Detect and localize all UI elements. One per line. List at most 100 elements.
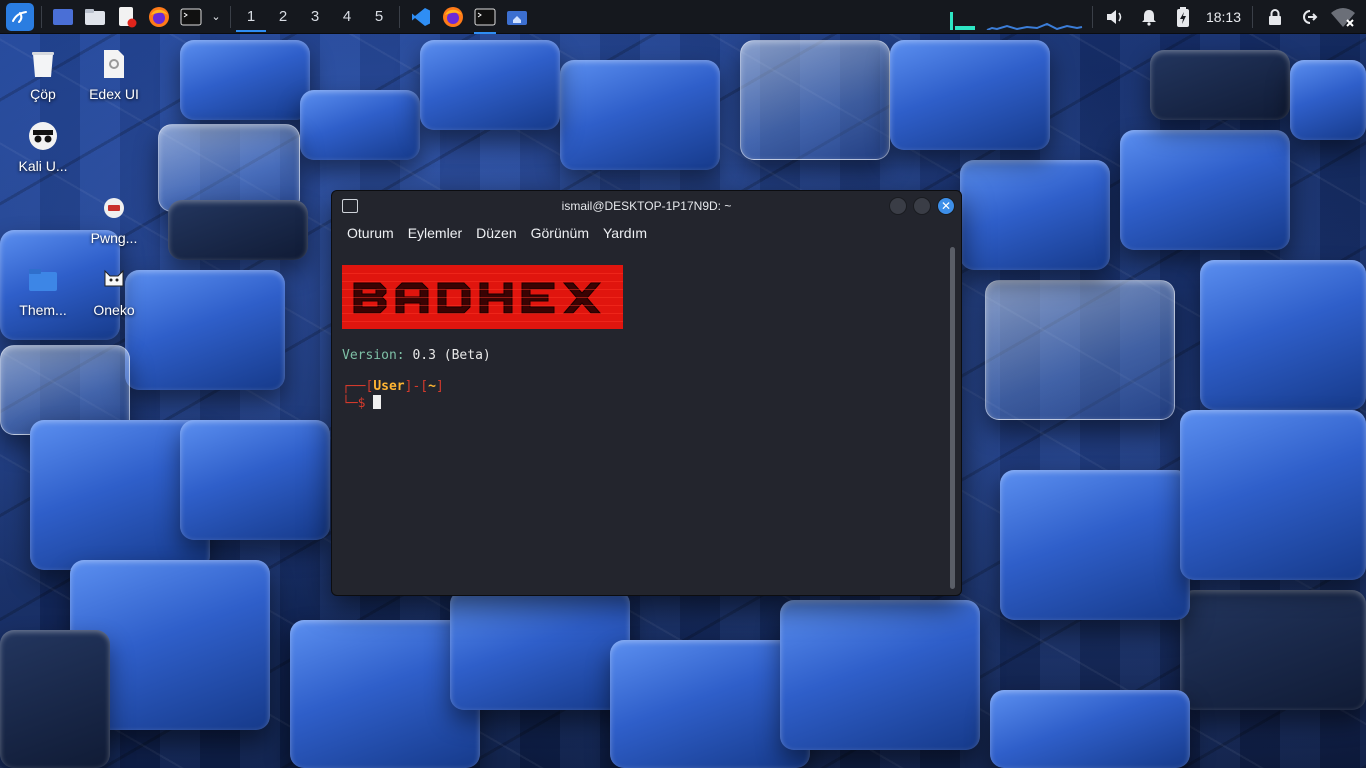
menu-yardim[interactable]: Yardım [596,225,654,241]
text-cursor [373,395,382,409]
speaker-icon [1106,10,1122,24]
wallpaper-cube [1180,410,1366,580]
terminal-icon [474,8,496,25]
file-manager-button[interactable] [81,2,109,32]
cat-icon [98,264,130,296]
terminal-icon [180,8,202,25]
wallpaper-cube [420,40,560,130]
desktop-icon-kali-undercover[interactable]: Kali U... [5,120,81,174]
window-titlebar[interactable]: ismail@DESKTOP-1P17N9D: ~ ✕ [332,191,961,221]
window-title: ismail@DESKTOP-1P17N9D: ~ [561,199,732,213]
desktop-icon-pwnagotchi[interactable]: Pwng... [76,192,152,246]
wallpaper-cube [1290,60,1366,140]
wallpaper-cube [890,40,1050,150]
separator [399,5,400,28]
cpu-network-graph[interactable] [947,4,1087,30]
workspace-1[interactable]: 1 [236,2,266,32]
firefox-window-button[interactable] [439,2,467,32]
terminal-scrollbar[interactable] [950,247,955,589]
separator [41,5,42,28]
workspace-3[interactable]: 3 [300,8,330,25]
desktop-icon-label: Pwng... [90,230,138,246]
bell-icon [1141,10,1156,26]
prompt-prefix: ┌──[ [342,379,374,394]
folder-icon [27,264,59,296]
wallpaper-cube [990,690,1190,768]
menu-oturum[interactable]: Oturum [340,225,401,241]
terminal-window-button[interactable] [471,2,499,34]
file-gear-icon [98,48,130,80]
text-editor-button[interactable] [113,2,141,32]
menu-gorunum[interactable]: Görünüm [524,225,596,241]
prompt-dollar: └─$ [342,396,374,411]
logout-button[interactable] [1294,2,1324,32]
app-menu-button[interactable] [6,2,34,32]
wallpaper-cube [450,590,630,710]
firefox-icon [443,6,463,27]
pwnagotchi-icon [98,192,130,224]
menu-bar: Oturum Eylemler Düzen Görünüm Yardım [332,221,961,245]
wallpaper-cube [300,90,420,160]
separator [1252,6,1253,28]
prompt-line-2: └─$ [342,395,937,412]
wallpaper-cube [180,420,330,540]
terminal-window[interactable]: ismail@DESKTOP-1P17N9D: ~ ✕ Oturum Eylem… [331,190,962,596]
version-line: Version: 0.3 (Beta) [342,347,937,364]
terminal-output[interactable]: Version: 0.3 (Beta) ┌──[User]-[~] └─$ [332,247,947,595]
notifications-button[interactable] [1134,2,1164,32]
chevron-down-icon: ⌄ [211,11,221,23]
battery-button[interactable] [1168,2,1198,32]
desktop-icon-oneko[interactable]: Oneko [76,264,152,318]
volume-button[interactable] [1100,2,1130,32]
prompt-user: User [373,379,405,394]
desktop-icon-themes[interactable]: Them... [5,264,81,318]
prompt-directory: ~ [428,379,436,394]
lock-screen-button[interactable] [1260,2,1290,32]
desktop-icon-trash[interactable]: Çöp [5,48,81,102]
badhex-ascii-banner [342,265,623,329]
workspace-2[interactable]: 2 [268,8,298,25]
kali-dragon-icon [6,2,34,31]
trash-icon [27,48,59,80]
wallpaper-glass-cube [158,124,300,212]
menu-eylemler[interactable]: Eylemler [401,225,469,241]
prompt-line-1: ┌──[User]-[~] [342,378,937,395]
network-button[interactable] [1328,2,1358,32]
firefox-launcher-button[interactable] [145,2,173,32]
launcher-dropdown-button[interactable]: ⌄ [209,2,223,32]
version-label: Version: [342,348,405,363]
desktop-icon-label: Çöp [30,86,56,102]
window-controls: ✕ [889,197,955,215]
minimize-button[interactable] [889,197,907,215]
desktop-icon [53,8,73,25]
menu-duzen[interactable]: Düzen [469,225,523,241]
terminal-launcher-button[interactable] [177,2,205,32]
prompt-suffix: ] [435,379,444,394]
wallpaper-cube [960,160,1110,270]
vscode-icon [412,7,430,26]
vscode-window-button[interactable] [407,2,435,32]
close-button[interactable]: ✕ [937,197,955,215]
clock[interactable]: 18:13 [1200,9,1247,25]
desktop-icon-label: Oneko [93,302,135,318]
wallpaper-cube [1000,470,1190,620]
workspace-5[interactable]: 5 [364,8,394,25]
logout-icon [1303,10,1318,24]
wallpaper-cube [168,200,308,260]
wallpaper-cube [560,60,720,170]
maximize-button[interactable] [913,197,931,215]
home-folder-window-button[interactable] [503,2,531,32]
firefox-icon [149,6,169,27]
workspace-4[interactable]: 4 [332,8,362,25]
show-desktop-button[interactable] [49,2,77,32]
wallpaper-cube [0,630,110,768]
wallpaper-cube [180,40,310,120]
version-value: 0.3 (Beta) [412,348,491,363]
taskbar: ⌄ 1 2 3 4 5 18:13 [0,0,1366,34]
desktop-icon-label: Edex UI [89,86,139,102]
wallpaper-cube [1150,50,1290,120]
lock-icon [1269,9,1281,25]
separator [230,5,231,28]
wallpaper-glass-cube [985,280,1175,420]
desktop-icon-edex-ui[interactable]: Edex UI [76,48,152,102]
